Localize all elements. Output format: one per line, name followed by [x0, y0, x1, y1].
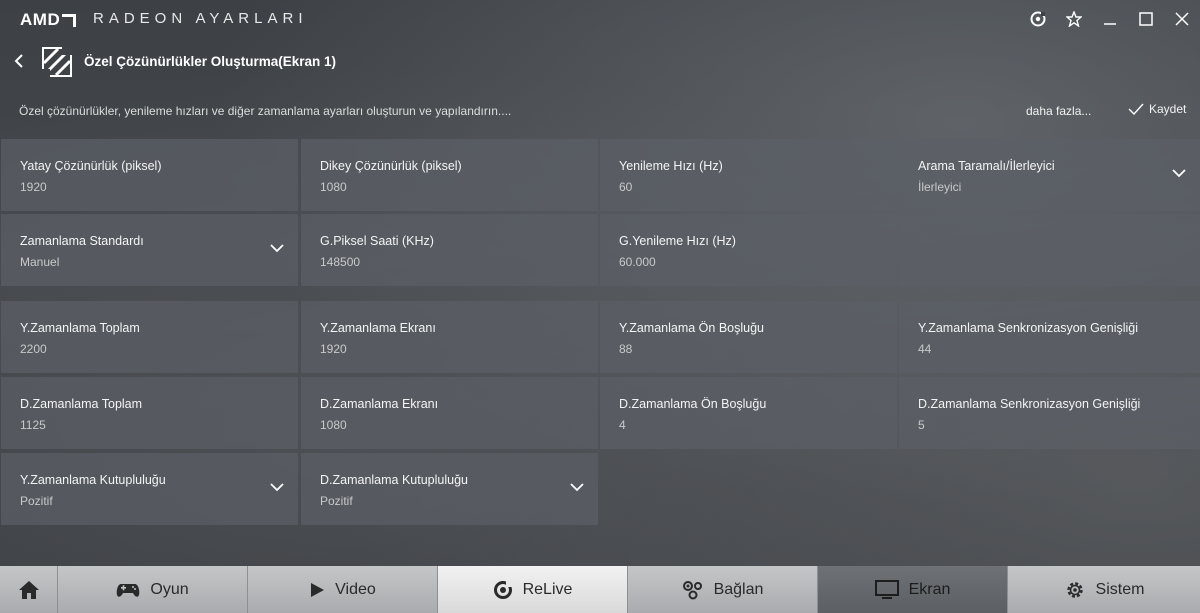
- relive-icon: [493, 580, 513, 600]
- nav-home[interactable]: [0, 566, 58, 613]
- nav-label: Sistem: [1095, 580, 1145, 598]
- amd-logo-text: AMD: [20, 10, 61, 29]
- field-label: Yatay Çözünürlük (piksel): [20, 159, 162, 173]
- nav-label: Oyun: [150, 580, 189, 598]
- nav-display[interactable]: Ekran: [818, 566, 1008, 613]
- field-actual-refresh-rate[interactable]: G.Yenileme Hızı (Hz) 60.000: [600, 214, 897, 286]
- field-h-timing-total[interactable]: Y.Zamanlama Toplam 2200: [1, 301, 298, 373]
- field-value: 60.000: [619, 255, 656, 269]
- nav-video[interactable]: Video: [248, 566, 438, 613]
- chevron-down-icon[interactable]: [269, 481, 285, 493]
- field-label: D.Zamanlama Ön Boşluğu: [619, 397, 767, 411]
- field-label: Dikey Çözünürlük (piksel): [320, 159, 462, 173]
- back-arrow-icon[interactable]: [12, 51, 28, 71]
- field-value[interactable]: 1080: [320, 418, 347, 432]
- field-value[interactable]: 1920: [20, 180, 47, 194]
- close-icon[interactable]: [1164, 0, 1200, 38]
- field-label: D.Zamanlama Kutupluluğu: [320, 473, 468, 487]
- nav-system[interactable]: Sistem: [1008, 566, 1200, 613]
- title-bar: AMD RADEON AYARLARI: [0, 0, 1200, 38]
- field-value: Manuel: [20, 255, 60, 269]
- home-icon: [18, 580, 40, 600]
- field-h-polarity-dropdown[interactable]: Y.Zamanlama Kutupluluğu Pozitif: [1, 453, 298, 525]
- field-horizontal-resolution[interactable]: Yatay Çözünürlük (piksel) 1920: [1, 139, 298, 211]
- field-value: 148500: [320, 255, 361, 269]
- field-label: Y.Zamanlama Senkronizasyon Genişliği: [918, 321, 1139, 335]
- field-label: Y.Zamanlama Kutupluluğu: [20, 473, 166, 487]
- amd-logo: AMD: [20, 10, 77, 30]
- field-label: D.Zamanlama Senkronizasyon Genişliği: [918, 397, 1141, 411]
- custom-resolution-icon: [38, 45, 76, 81]
- checkmark-icon: [1128, 103, 1144, 115]
- radeon-circle-icon[interactable]: [1020, 0, 1056, 38]
- field-label: D.Zamanlama Toplam: [20, 397, 143, 411]
- field-value: Pozitif: [20, 494, 53, 508]
- play-icon: [309, 582, 325, 598]
- field-v-timing-sync-width[interactable]: D.Zamanlama Senkronizasyon Genişliği 5: [899, 377, 1200, 449]
- field-value[interactable]: 44: [918, 342, 931, 356]
- field-value: Pozitif: [320, 494, 353, 508]
- page-description: Özel çözünürlükler, yenileme hızları ve …: [19, 104, 512, 118]
- field-h-timing-front-porch[interactable]: Y.Zamanlama Ön Boşluğu 88: [600, 301, 897, 373]
- empty-card: [899, 214, 1200, 286]
- more-link[interactable]: daha fazla...: [1026, 104, 1091, 118]
- minimize-icon[interactable]: [1092, 0, 1128, 38]
- save-button[interactable]: Kaydet: [1128, 102, 1186, 116]
- nav-gaming[interactable]: Oyun: [58, 566, 248, 613]
- nav-relive[interactable]: ReLive: [438, 566, 628, 613]
- field-value[interactable]: 88: [619, 342, 632, 356]
- field-label: Yenileme Hızı (Hz): [619, 159, 723, 173]
- nav-label: Video: [335, 580, 376, 598]
- field-value[interactable]: 2200: [20, 342, 47, 356]
- field-label: Y.Zamanlama Ekranı: [320, 321, 436, 335]
- connect-icon: [682, 580, 704, 600]
- bottom-nav: Oyun Video ReLive Bağlan Ekran Sistem: [0, 566, 1200, 613]
- chevron-down-icon[interactable]: [569, 481, 585, 493]
- app-title: RADEON AYARLARI: [93, 10, 308, 27]
- amd-arrow-icon: [62, 13, 77, 27]
- nav-label: ReLive: [522, 580, 573, 598]
- field-label: D.Zamanlama Ekranı: [320, 397, 439, 411]
- gear-icon: [1064, 579, 1086, 601]
- field-pixel-clock[interactable]: G.Piksel Saati (KHz) 148500: [301, 214, 598, 286]
- save-label: Kaydet: [1149, 102, 1187, 116]
- nav-label: Bağlan: [713, 580, 764, 598]
- page-header: Özel Çözünürlükler Oluşturma(Ekran 1): [0, 44, 1200, 81]
- monitor-icon: [874, 579, 899, 600]
- field-timing-standard-dropdown[interactable]: Zamanlama Standardı Manuel: [1, 214, 298, 286]
- field-label: Arama Taramalı/İlerleyici: [918, 159, 1055, 173]
- page-title: Özel Çözünürlükler Oluşturma(Ekran 1): [84, 54, 337, 69]
- field-v-polarity-dropdown[interactable]: D.Zamanlama Kutupluluğu Pozitif: [301, 453, 598, 525]
- field-h-timing-sync-width[interactable]: Y.Zamanlama Senkronizasyon Genişliği 44: [899, 301, 1200, 373]
- chevron-down-icon[interactable]: [269, 242, 285, 254]
- star-icon[interactable]: [1056, 0, 1092, 38]
- field-label: Y.Zamanlama Ön Boşluğu: [619, 321, 764, 335]
- field-v-timing-display[interactable]: D.Zamanlama Ekranı 1080: [301, 377, 598, 449]
- field-h-timing-display[interactable]: Y.Zamanlama Ekranı 1920: [301, 301, 598, 373]
- nav-label: Ekran: [908, 580, 951, 598]
- field-value[interactable]: 1080: [320, 180, 347, 194]
- field-value[interactable]: 5: [918, 418, 925, 432]
- field-v-timing-total[interactable]: D.Zamanlama Toplam 1125: [1, 377, 298, 449]
- field-refresh-rate[interactable]: Yenileme Hızı (Hz) 60: [600, 139, 897, 211]
- field-value[interactable]: 4: [619, 418, 626, 432]
- nav-connect[interactable]: Bağlan: [628, 566, 818, 613]
- field-value[interactable]: 1920: [320, 342, 347, 356]
- field-label: G.Piksel Saati (KHz): [320, 234, 434, 248]
- field-v-timing-front-porch[interactable]: D.Zamanlama Ön Boşluğu 4: [600, 377, 897, 449]
- field-value[interactable]: 60: [619, 180, 632, 194]
- field-vertical-resolution[interactable]: Dikey Çözünürlük (piksel) 1080: [301, 139, 598, 211]
- field-scan-type-dropdown[interactable]: Arama Taramalı/İlerleyici İlerleyici: [899, 139, 1200, 211]
- field-label: Zamanlama Standardı: [20, 234, 144, 248]
- field-value[interactable]: 1125: [20, 418, 46, 432]
- chevron-down-icon[interactable]: [1171, 167, 1187, 179]
- field-label: Y.Zamanlama Toplam: [20, 321, 140, 335]
- field-value: İlerleyici: [918, 180, 962, 194]
- maximize-icon[interactable]: [1128, 0, 1164, 38]
- gamepad-icon: [116, 582, 140, 598]
- window-controls: [1020, 0, 1200, 38]
- field-label: G.Yenileme Hızı (Hz): [619, 234, 736, 248]
